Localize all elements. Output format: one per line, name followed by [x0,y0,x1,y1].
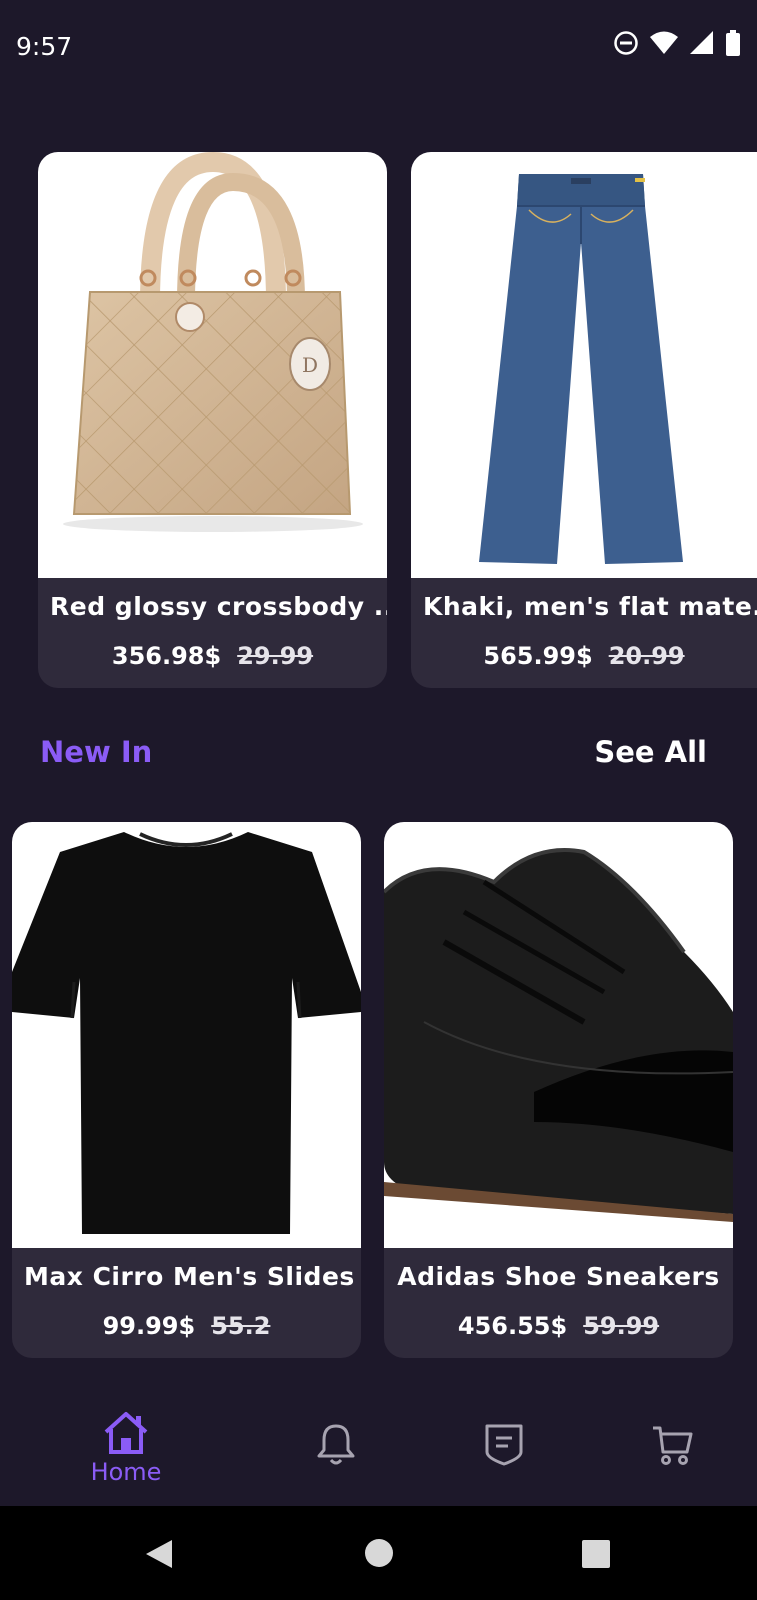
back-icon[interactable] [144,1538,174,1570]
product-card[interactable]: Max Cirro Men's Slides 99.99$ 55.2 [12,822,361,1358]
product-name: Max Cirro Men's Slides [24,1262,355,1291]
bell-icon [317,1424,355,1465]
home-circle-icon[interactable] [364,1538,394,1568]
nav-item-orders[interactable] [482,1422,526,1466]
product-old-price: 20.99 [608,642,685,670]
wifi-icon [650,31,678,54]
nav-item-cart[interactable] [650,1422,694,1466]
product-image-handbag: D [38,152,387,578]
product-price: 565.99$ [483,642,593,670]
product-price: 356.98$ [111,642,222,670]
product-name: Adidas Shoe Sneakers [397,1262,720,1291]
battery-icon [726,30,740,56]
cart-icon [653,1426,693,1465]
product-price: 99.99$ [102,1312,196,1340]
receipt-icon [485,1424,523,1466]
new-in-title: New In [40,735,153,769]
product-name: Red glossy crossbody ... [50,592,387,621]
product-name: Khaki, men's flat mate... [423,592,757,621]
product-image-tshirt [12,822,361,1248]
signal-icon [690,31,713,54]
product-image-shoe [384,822,733,1248]
home-icon [104,1412,148,1454]
product-prices: 456.55$ 59.99 [384,1312,733,1340]
system-nav-bar [0,1506,757,1600]
nav-label-home: Home [90,1458,162,1486]
recents-icon[interactable] [582,1540,610,1568]
bottom-nav: Home [0,1384,757,1506]
status-bar: 9:57 [0,0,757,96]
product-prices: 99.99$ 55.2 [12,1312,361,1340]
product-card[interactable]: Khaki, men's flat mate... 565.99$ 20.99 [411,152,757,688]
nav-item-home[interactable]: Home [84,1410,168,1486]
product-card[interactable]: Adidas Shoe Sneakers 456.55$ 59.99 [384,822,733,1358]
product-prices: 565.99$ 20.99 [411,642,757,670]
product-image-jeans [411,152,757,578]
product-old-price: 55.2 [211,1312,271,1340]
product-card[interactable]: D Red glossy crossbody ... 356.98$ 29.99 [38,152,387,688]
product-old-price: 59.99 [583,1312,660,1340]
nav-item-notifications[interactable] [314,1422,358,1466]
product-price: 456.55$ [457,1312,568,1340]
status-time: 9:57 [16,32,73,61]
see-all-link[interactable]: See All [594,735,707,769]
product-prices: 356.98$ 29.99 [38,642,387,670]
product-old-price: 29.99 [237,642,314,670]
do-not-disturb-icon [614,31,638,55]
svg-text:D: D [302,353,318,377]
status-icons [613,30,741,56]
